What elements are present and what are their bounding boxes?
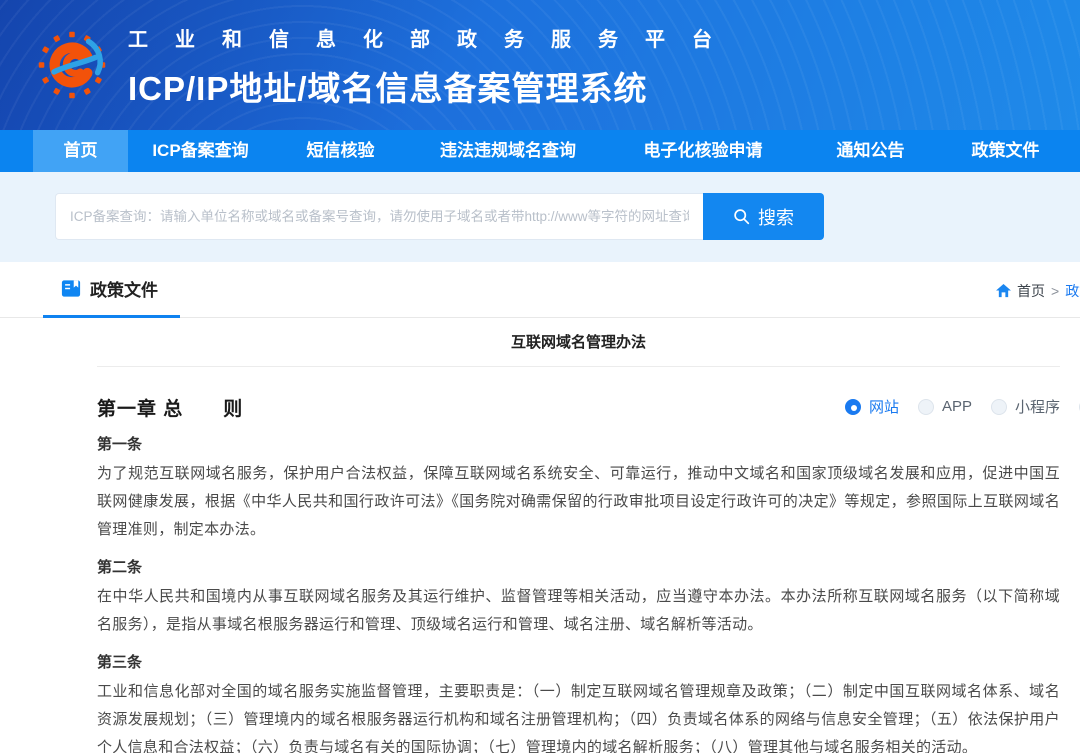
miit-beian-logo-icon [36,13,108,117]
search-icon [733,208,750,225]
radio-option-miniprogram[interactable]: 小程序 [991,396,1060,417]
platform-title: 工业和信息化部政务服务平台 [128,23,739,52]
article-heading: 第二条 [97,558,1060,578]
article-body: 为了规范互联网域名服务，保护用户合法权益，保障互联网域名系统安全、可靠运行，推动… [97,460,1060,544]
radio-option-website[interactable]: 网站 [845,396,899,417]
article-heading: 第一条 [97,435,1060,455]
search-button-label: 搜索 [758,204,794,230]
nav-item-e-verification[interactable]: 电子化核验申请 [608,130,798,172]
title-divider [97,366,1060,367]
book-icon [61,279,81,298]
header: 工业和信息化部政务服务平台 ICP/IP地址/域名信息备案管理系统 [0,0,1080,130]
nav-item-notices[interactable]: 通知公告 [798,130,943,172]
article-heading: 第三条 [97,653,1060,673]
breadcrumb: 首页 > 政策文件 [996,281,1080,301]
radio-unselected-icon [991,399,1007,415]
radio-option-app[interactable]: APP [918,398,972,415]
search-section: 搜索 网站 APP 小程序 快应用 [0,172,1080,262]
breadcrumb-separator: > [1051,283,1059,299]
radio-label: 小程序 [1015,396,1060,417]
article-1: 第一条 为了规范互联网域名服务，保护用户合法权益，保障互联网域名系统安全、可靠运… [97,435,1060,544]
system-title: ICP/IP地址/域名信息备案管理系统 [128,62,739,110]
nav-item-sms-verify[interactable]: 短信核验 [273,130,408,172]
document-title: 互联网域名管理办法 [97,331,1060,352]
home-icon [996,284,1011,298]
article-3: 第三条 工业和信息化部对全国的域名服务实施监督管理，主要职责是：（一）制定互联网… [97,653,1060,753]
nav-item-policy-files[interactable]: 政策文件 [943,130,1068,172]
icp-search-input[interactable] [55,193,703,240]
radio-selected-icon [845,399,861,415]
article-body: 工业和信息化部对全国的域名服务实施监督管理，主要职责是：（一）制定互联网域名管理… [97,678,1060,753]
radio-label: APP [942,398,972,415]
policy-document: 互联网域名管理办法 第一章 总 则 第一条 为了规范互联网域名服务，保护用户合法… [97,318,1060,753]
radio-label: 网站 [869,396,899,417]
policy-files-section-tab: 政策文件 [43,262,180,318]
breadcrumb-current[interactable]: 政策文件 [1065,281,1080,301]
search-button[interactable]: 搜索 [703,193,824,240]
nav-item-illegal-domain-query[interactable]: 违法违规域名查询 [408,130,608,172]
nav-item-icp-query[interactable]: ICP备案查询 [128,130,273,172]
main-nav: 首页 ICP备案查询 短信核验 违法违规域名查询 电子化核验申请 通知公告 政策… [0,130,1080,172]
breadcrumb-home-link[interactable]: 首页 [996,281,1045,301]
section-title: 政策文件 [90,276,158,301]
section-bar: 政策文件 首页 > 政策文件 [0,262,1080,318]
radio-unselected-icon [918,399,934,415]
search-type-options: 网站 APP 小程序 快应用 [845,396,1080,417]
nav-item-home[interactable]: 首页 [33,130,128,172]
breadcrumb-home-label: 首页 [1017,281,1045,301]
article-body: 在中华人民共和国境内从事互联网域名服务及其运行维护、监督管理等相关活动，应当遵守… [97,583,1060,639]
article-2: 第二条 在中华人民共和国境内从事互联网域名服务及其运行维护、监督管理等相关活动，… [97,558,1060,639]
